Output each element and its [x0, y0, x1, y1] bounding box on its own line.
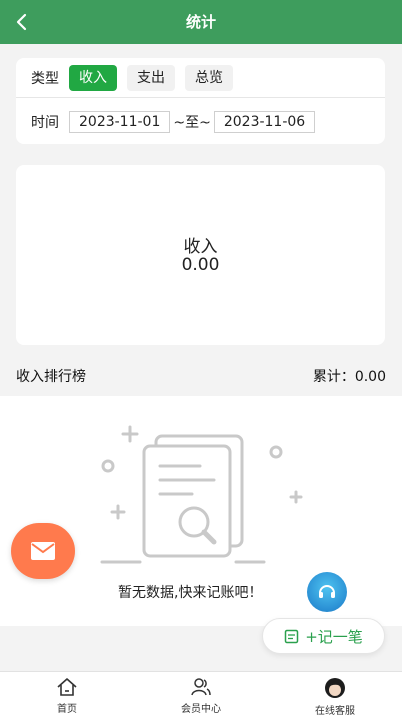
bottom-nav: 首页 会员中心 在线客服 [0, 671, 402, 717]
nav-member-center[interactable]: 会员中心 [134, 672, 268, 717]
filter-card: 类型 收入 支出 总览 时间 2023-11-01 ~至~ 2023-11-06 [16, 58, 385, 144]
nav-home-label: 首页 [57, 704, 77, 715]
ranking-title: 收入排行榜 [16, 369, 86, 385]
mail-icon [31, 542, 55, 560]
type-label: 类型 [31, 70, 59, 87]
ranking-header: 收入排行榜 累计：0.00 [0, 358, 402, 394]
summary-card: 收入 0.00 [16, 165, 385, 345]
nav-online-service[interactable]: 在线客服 [268, 672, 402, 717]
nav-service-label: 在线客服 [315, 706, 355, 717]
add-record-label: +记一笔 [305, 627, 363, 646]
type-row: 类型 收入 支出 总览 [16, 58, 385, 98]
time-row: 时间 2023-11-01 ~至~ 2023-11-06 [16, 99, 385, 144]
nav-home[interactable]: 首页 [0, 672, 134, 717]
mail-button[interactable] [11, 523, 75, 579]
type-overview-button[interactable]: 总览 [185, 64, 233, 91]
home-icon [57, 678, 77, 696]
type-income-button[interactable]: 收入 [69, 64, 117, 91]
start-date-field[interactable]: 2023-11-01 [69, 110, 171, 133]
user-icon [191, 678, 211, 696]
end-date-field[interactable]: 2023-11-06 [213, 110, 316, 133]
customer-service-icon[interactable] [307, 572, 347, 612]
avatar-icon [325, 678, 345, 698]
top-bar: 统计 [0, 0, 402, 44]
summary-label: 收入 [183, 237, 218, 257]
type-expense-button[interactable]: 支出 [127, 64, 175, 91]
headset-icon [319, 585, 335, 598]
time-label: 时间 [31, 114, 59, 131]
page-title: 统计 [185, 13, 216, 31]
empty-message: 暂无数据,快来记账吧！ [118, 585, 263, 601]
note-icon [284, 629, 299, 643]
summary-value: 0.00 [181, 255, 220, 275]
add-record-button[interactable]: +记一笔 [262, 618, 385, 654]
ranking-total-value: 0.00 [354, 369, 386, 385]
ranking-total-label: 累计： [312, 369, 355, 385]
ranking-total: 累计：0.00 [313, 366, 386, 386]
date-separator: ~至~ [173, 114, 211, 131]
nav-member-label: 会员中心 [181, 704, 221, 715]
empty-document-search-icon [100, 425, 303, 564]
